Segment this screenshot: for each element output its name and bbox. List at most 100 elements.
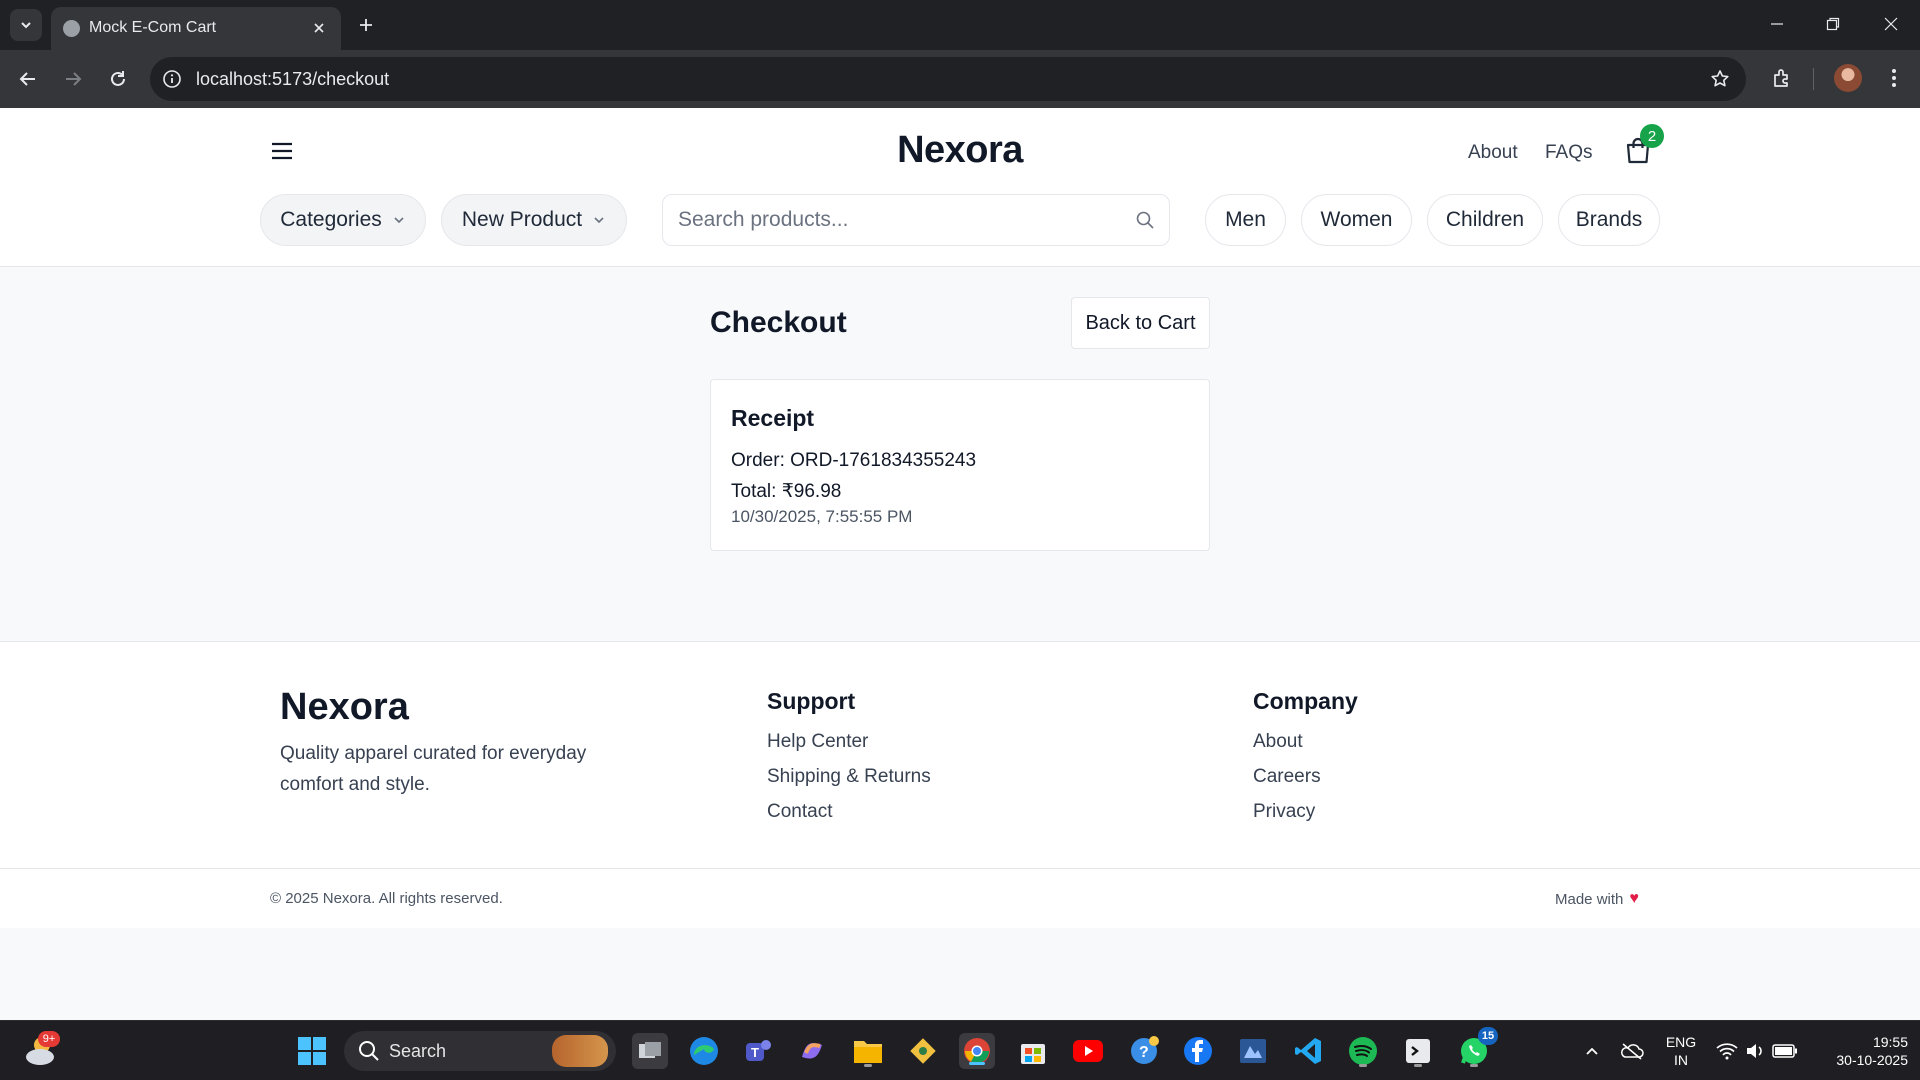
reload-icon [111, 71, 125, 86]
file-explorer-icon[interactable] [850, 1033, 886, 1069]
order-total: Total: ₹96.98 [731, 481, 842, 502]
footer-link-careers[interactable]: Careers [1253, 766, 1321, 788]
made-with-label: Made with [1555, 890, 1624, 908]
new-tab-button[interactable] [352, 11, 380, 39]
terminal-icon[interactable] [1400, 1033, 1436, 1069]
chrome-icon[interactable] [959, 1033, 995, 1069]
onedrive-off-icon[interactable] [1614, 1033, 1650, 1069]
minimize-icon [1771, 23, 1783, 25]
footer-heading-company: Company [1253, 688, 1358, 714]
region-code: IN [1674, 1052, 1688, 1068]
show-hidden-icons-chevron-up-icon[interactable] [1574, 1033, 1610, 1069]
reload-button[interactable] [104, 65, 132, 93]
segment-men[interactable]: Men [1205, 194, 1286, 246]
chevron-down-icon [21, 22, 31, 29]
close-window-button[interactable] [1868, 6, 1914, 42]
hamburger-menu-icon[interactable] [268, 137, 296, 165]
edge-icon[interactable] [686, 1033, 722, 1069]
taskbar-search-box[interactable]: Search [344, 1031, 616, 1071]
teams-icon[interactable]: T [740, 1033, 776, 1069]
back-button[interactable] [14, 65, 42, 93]
site-footer: Nexora Quality apparel curated for every… [0, 641, 1920, 928]
new-product-label: New Product [461, 208, 583, 231]
git-icon[interactable] [905, 1033, 941, 1069]
footer-link-shipping-returns[interactable]: Shipping & Returns [767, 766, 931, 788]
clock-date: 30-10-2025 [1836, 1052, 1908, 1068]
cart-count-badge: 2 [1640, 124, 1664, 148]
search-highlight-image [552, 1035, 608, 1067]
address-bar[interactable]: localhost:5173/checkout [150, 57, 1746, 101]
categories-dropdown[interactable]: Categories [260, 194, 426, 246]
language-indicator[interactable]: ENG IN [1660, 1033, 1702, 1069]
search-icon[interactable] [1133, 208, 1157, 232]
search-input[interactable] [663, 195, 1103, 245]
browser-menu-icon[interactable] [1880, 64, 1908, 92]
footer-link-about[interactable]: About [1253, 731, 1303, 753]
windows-start-icon[interactable] [294, 1033, 330, 1069]
order-id: Order: ORD-1761834355243 [731, 450, 977, 471]
search-icon [359, 1041, 379, 1061]
spotify-icon[interactable] [1345, 1033, 1381, 1069]
footer-divider [0, 868, 1920, 869]
footer-link-help-center[interactable]: Help Center [767, 731, 868, 753]
site-logo[interactable]: Nexora [897, 129, 1023, 171]
wifi-icon[interactable] [1712, 1033, 1742, 1069]
new-product-dropdown[interactable]: New Product [441, 194, 627, 246]
active-app-indicator [969, 1062, 985, 1065]
close-icon [1884, 17, 1898, 31]
taskbar-search-label: Search [389, 1041, 447, 1061]
back-to-cart-button[interactable]: Back to Cart [1071, 297, 1210, 349]
restore-button[interactable] [1810, 6, 1856, 42]
browser-tab-bar: Mock E-Com Cart [0, 0, 1920, 50]
microsoft-store-icon[interactable] [1015, 1033, 1051, 1069]
extensions-icon[interactable] [1768, 64, 1796, 92]
segment-brands[interactable]: Brands [1558, 194, 1660, 246]
copilot-icon[interactable] [794, 1033, 830, 1069]
tab-search-button[interactable] [10, 9, 42, 41]
vscode-icon[interactable] [1290, 1033, 1326, 1069]
page-bottom-space [0, 928, 1920, 1020]
plus-icon [360, 19, 372, 31]
arrow-right-icon [66, 72, 82, 86]
segment-women[interactable]: Women [1301, 194, 1412, 246]
youtube-icon[interactable] [1070, 1033, 1106, 1069]
task-view-icon[interactable] [632, 1033, 668, 1069]
clock[interactable]: 19:55 30-10-2025 [1812, 1033, 1908, 1069]
made-with-text: Made with ♥ [1555, 890, 1639, 908]
clock-time: 19:55 [1872, 1034, 1908, 1050]
battery-icon[interactable] [1768, 1033, 1802, 1069]
bookmark-star-icon[interactable] [1708, 67, 1732, 91]
order-datetime: 10/30/2025, 7:55:55 PM [731, 507, 913, 526]
volume-icon[interactable] [1740, 1033, 1770, 1069]
chevron-down-icon [394, 217, 404, 224]
receipt-card: Receipt Order: ORD-1761834355243 Total: … [710, 379, 1210, 551]
search-bar [662, 194, 1170, 246]
weather-badge: 9+ [38, 1031, 60, 1047]
url-text[interactable]: localhost:5173/checkout [196, 69, 389, 90]
profile-avatar[interactable] [1834, 64, 1862, 92]
footer-link-contact[interactable]: Contact [767, 801, 832, 823]
restore-icon [1826, 17, 1840, 31]
running-indicator [1414, 1064, 1422, 1067]
tab-close-button[interactable] [307, 16, 331, 40]
footer-logo[interactable]: Nexora [280, 686, 409, 729]
nav-link-faqs[interactable]: FAQs [1545, 142, 1593, 164]
close-icon [314, 23, 324, 33]
browser-tab-active[interactable]: Mock E-Com Cart [51, 7, 341, 50]
nav-link-about[interactable]: About [1468, 142, 1518, 164]
facebook-icon[interactable] [1180, 1033, 1216, 1069]
help-icon[interactable]: ? [1126, 1033, 1162, 1069]
running-indicator [864, 1064, 872, 1067]
running-indicator [1359, 1064, 1367, 1067]
forward-button[interactable] [59, 65, 87, 93]
segment-children[interactable]: Children [1427, 194, 1543, 246]
tab-title: Mock E-Com Cart [89, 19, 217, 36]
minimize-button[interactable] [1754, 6, 1800, 42]
receipt-heading: Receipt [731, 405, 815, 431]
vm-icon[interactable] [1235, 1033, 1271, 1069]
site-info-icon[interactable] [161, 68, 183, 90]
footer-link-privacy[interactable]: Privacy [1253, 801, 1315, 823]
chevron-down-icon [594, 217, 604, 224]
whatsapp-icon[interactable]: 15 [1456, 1027, 1498, 1069]
site-header: Nexora About FAQs 2 Categories New Produ… [0, 108, 1920, 267]
